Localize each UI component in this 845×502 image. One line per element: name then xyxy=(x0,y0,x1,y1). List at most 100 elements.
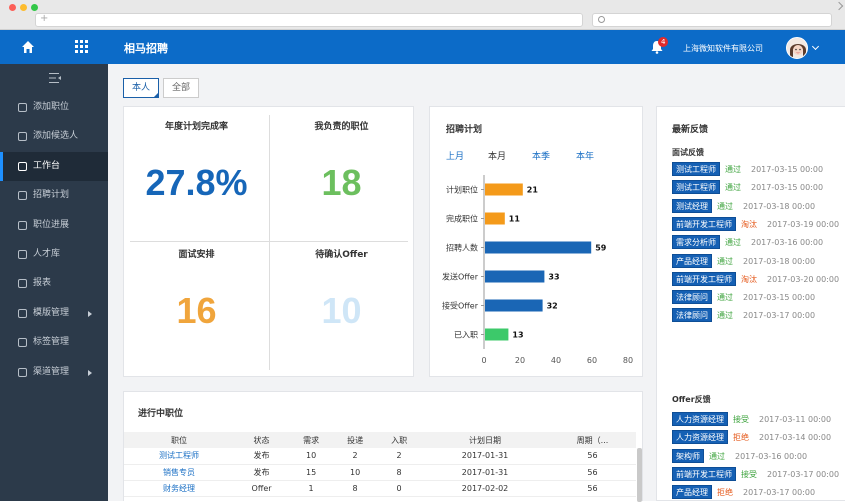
feedback-row[interactable]: 前端开发工程师 淘汰 2017-03-20 00:00 xyxy=(672,271,840,287)
sidebar-item-job-progress[interactable]: 职位进展 xyxy=(0,211,108,240)
feedback-row[interactable]: 人力资源经理 接受 2017-03-11 00:00 xyxy=(672,412,831,427)
feedback-row[interactable]: 前端开发工程师 接受 2017-03-17 00:00 xyxy=(672,466,839,482)
sidebar-item-talent-pool[interactable]: 人才库 xyxy=(0,240,108,269)
feedback-row[interactable]: 法律顾问 通过 2017-03-17 00:00 xyxy=(672,308,815,323)
feedback-row[interactable]: 测试经理 通过 2017-03-18 00:00 xyxy=(672,198,815,214)
feedback-row[interactable]: 法律顾问 通过 2017-03-15 00:00 xyxy=(672,290,815,305)
sidebar-item-recruit-plan[interactable]: 招聘计划 xyxy=(0,181,108,210)
column-header[interactable]: 需求 xyxy=(289,432,334,448)
home-button[interactable] xyxy=(0,30,55,64)
sidebar-toggle[interactable] xyxy=(0,64,108,93)
table-cell: 10 xyxy=(333,464,378,481)
job-tag[interactable]: 前端开发工程师 xyxy=(672,216,736,231)
column-header[interactable]: 职位 xyxy=(124,432,234,448)
feedback-row[interactable]: 需求分析师 通过 2017-03-16 00:00 xyxy=(672,235,823,250)
card-title: 进行中职位 xyxy=(138,409,184,419)
category-label: 发送Offer xyxy=(442,272,479,282)
column-header[interactable]: 入职 xyxy=(377,432,422,448)
column-header[interactable]: 周期（... xyxy=(548,432,636,448)
avatar[interactable] xyxy=(786,37,808,59)
job-tag[interactable]: 前端开发工程师 xyxy=(672,466,736,481)
timestamp: 2017-03-20 00:00 xyxy=(767,274,840,284)
sidebar-item-tags[interactable]: 标签管理 xyxy=(0,328,108,357)
job-tag[interactable]: 前端开发工程师 xyxy=(672,271,736,286)
sidebar-item-workbench[interactable]: 工作台 xyxy=(0,151,108,182)
top-nav: 相马招聘 4 上海微知软件有限公司 xyxy=(0,30,845,64)
job-tag[interactable]: 架构师 xyxy=(672,448,704,463)
feedback-row[interactable]: 前端开发工程师 淘汰 2017-03-19 00:00 xyxy=(672,216,840,232)
sidebar-item-reports[interactable]: 报表 xyxy=(0,269,108,298)
feedback-row[interactable]: 产品经理 拒绝 2017-03-17 00:00 xyxy=(672,485,815,500)
tab-all[interactable]: 全部 xyxy=(163,78,200,98)
status-badge: 接受 xyxy=(733,415,749,424)
period-this-month[interactable]: 本月 xyxy=(488,149,506,162)
kpi-value: 10 xyxy=(321,290,362,331)
sidebar-item-channels[interactable]: 渠道管理 xyxy=(0,358,108,387)
table-cell: 2017-01-31 xyxy=(421,464,549,481)
sidebar-item-label: 添加职位 xyxy=(33,102,70,112)
period-this-quarter[interactable]: 本季 xyxy=(532,149,550,162)
job-tag[interactable]: 测试工程师 xyxy=(672,162,720,176)
maximize-window-icon[interactable] xyxy=(31,4,38,11)
scrollbar[interactable] xyxy=(637,448,642,502)
x-tick-label: 0 xyxy=(481,356,486,365)
job-tag[interactable]: 需求分析师 xyxy=(672,235,720,250)
table-row[interactable]: 销售专员 发布 15 10 8 2017-01-31 56 xyxy=(124,464,636,481)
feedback-row[interactable]: 人力资源经理 拒绝 2017-03-14 00:00 xyxy=(672,430,831,445)
x-tick-label: 20 xyxy=(515,356,525,365)
column-header[interactable]: 投递 xyxy=(333,432,378,448)
expand-icon[interactable] xyxy=(834,1,844,11)
feedback-row[interactable]: 测试工程师 通过 2017-03-15 00:00 xyxy=(672,162,823,177)
tab-mine[interactable]: 本人 xyxy=(123,78,160,98)
notification-badge: 4 xyxy=(658,37,669,47)
close-window-icon[interactable] xyxy=(9,4,16,11)
job-tag[interactable]: 法律顾问 xyxy=(672,308,712,323)
feedback-row[interactable]: 产品经理 通过 2017-03-18 00:00 xyxy=(672,253,815,269)
timestamp: 2017-03-19 00:00 xyxy=(767,219,840,229)
feedback-row[interactable]: 架构师 通过 2017-03-16 00:00 xyxy=(672,448,807,464)
job-tag[interactable]: 法律顾问 xyxy=(672,290,712,305)
chevron-down-icon[interactable] xyxy=(811,42,820,51)
job-link[interactable]: 财务经理 xyxy=(124,480,234,497)
job-tag[interactable]: 人力资源经理 xyxy=(672,412,728,426)
company-name[interactable]: 上海微知软件有限公司 xyxy=(683,43,763,54)
kpi-pending-offers[interactable]: 待确认Offer 10 xyxy=(269,247,414,332)
sidebar-item-label: 报表 xyxy=(33,278,52,289)
job-tag[interactable]: 产品经理 xyxy=(672,485,712,500)
column-header[interactable]: 状态 xyxy=(234,432,290,448)
status-badge: 通过 xyxy=(709,451,725,461)
user-add-icon xyxy=(18,132,27,142)
minimize-window-icon[interactable] xyxy=(20,4,27,11)
table-body: 测试工程师 发布 10 2 2 2017-01-31 56 销售专员 发布 15 10 8 2017-0… xyxy=(124,448,636,497)
data-label: 11 xyxy=(509,215,521,224)
job-link[interactable]: 测试工程师 xyxy=(124,448,234,465)
sidebar-item-add-job[interactable]: 添加职位 xyxy=(0,93,108,122)
sidebar-item-templates[interactable]: 模版管理 xyxy=(0,299,108,328)
feedback-row[interactable]: 测试工程师 通过 2017-03-15 00:00 xyxy=(672,180,823,195)
job-tag[interactable]: 人力资源经理 xyxy=(672,430,728,445)
kpi-my-jobs[interactable]: 我负责的职位 18 xyxy=(269,119,414,204)
column-header[interactable]: 计划日期 xyxy=(421,432,549,448)
job-tag[interactable]: 产品经理 xyxy=(672,253,712,268)
kpi-label: 面试安排 xyxy=(178,250,215,260)
sidebar-item-add-candidate[interactable]: 添加候选人 xyxy=(0,122,108,151)
apps-grid-button[interactable] xyxy=(55,30,108,64)
kpi-annual-completion[interactable]: 年度计划完成率 27.8% xyxy=(124,119,269,204)
period-this-year[interactable]: 本年 xyxy=(576,149,594,162)
table-row[interactable]: 财务经理 Offer 1 8 0 2017-02-02 56 xyxy=(124,480,636,497)
kpi-card: 年度计划完成率 27.8% 我负责的职位 18 面试安排 16 待确认Offer… xyxy=(123,106,414,377)
job-tag[interactable]: 测试工程师 xyxy=(672,180,720,195)
browser-search-input[interactable] xyxy=(592,13,832,27)
feedback-card: 最新反馈 面试反馈 测试工程师 通过 2017-03-15 00:00 测试工程师 通过… xyxy=(656,106,845,501)
table-cell: 2 xyxy=(333,448,378,465)
table-cell: 56 xyxy=(548,480,636,497)
table-row[interactable]: 测试工程师 发布 10 2 2 2017-01-31 56 xyxy=(124,448,636,465)
job-link[interactable]: 销售专员 xyxy=(124,464,234,481)
job-tag[interactable]: 测试经理 xyxy=(672,198,712,213)
status-badge: 通过 xyxy=(717,311,733,321)
kpi-interviews[interactable]: 面试安排 16 xyxy=(124,247,269,332)
period-last-month[interactable]: 上月 xyxy=(446,149,464,162)
chevron-right-icon xyxy=(88,310,92,317)
address-bar[interactable]: + xyxy=(35,13,583,27)
chevron-right-icon xyxy=(88,369,92,376)
